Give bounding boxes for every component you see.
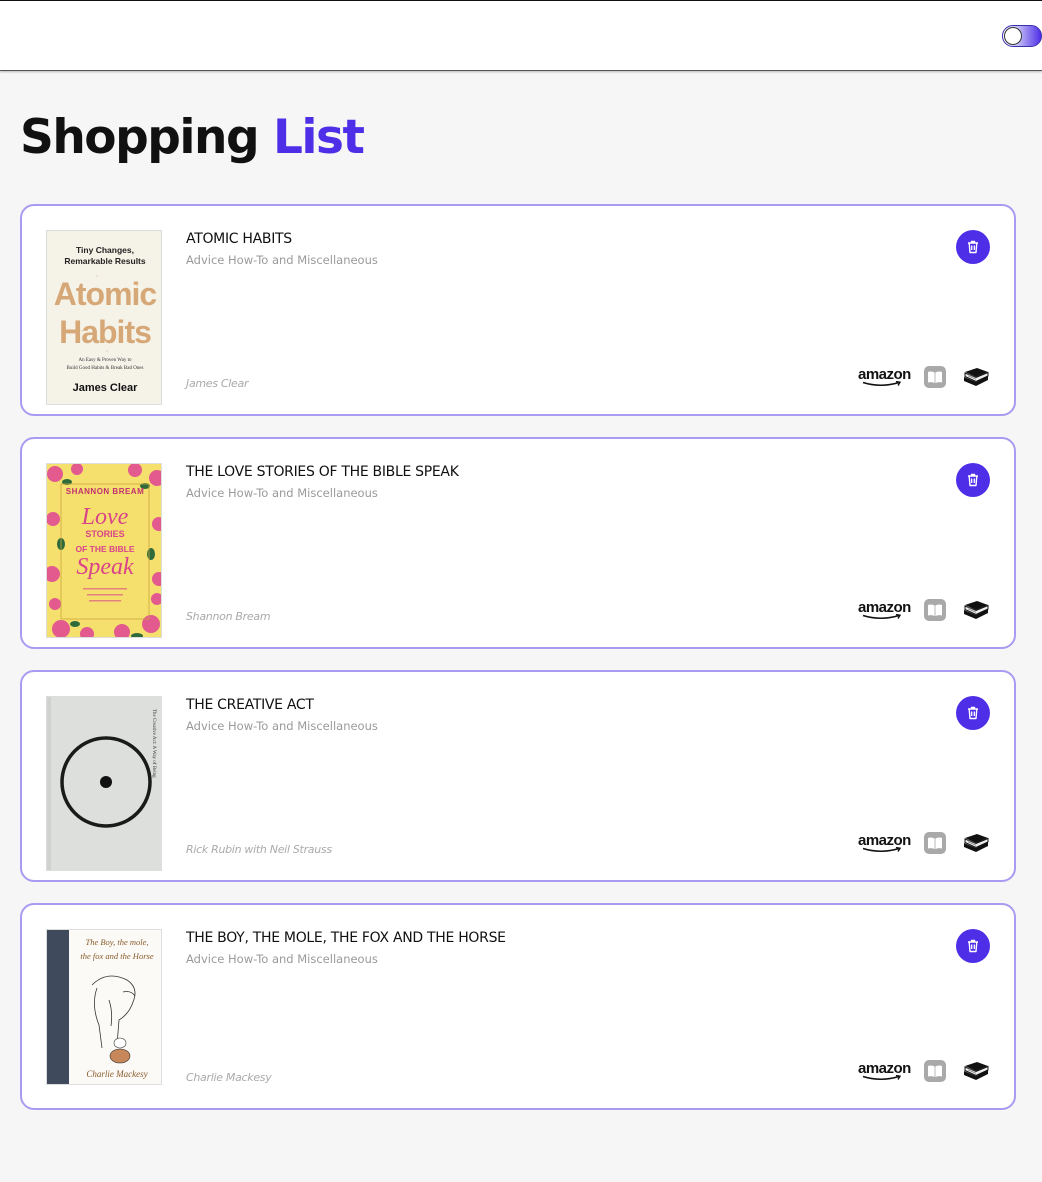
bookshop-link[interactable] — [962, 598, 990, 622]
amazon-icon: amazon — [858, 832, 911, 854]
cover-title-line1: The Boy, the mole, — [85, 937, 148, 947]
book-card: SHANNON BREAM Love STORIES OF THE BIBLE … — [20, 437, 1016, 649]
shop-links: amazon — [858, 364, 990, 390]
amazon-link[interactable]: amazon — [858, 832, 911, 854]
book-author: Rick Rubin with Neil Strauss — [186, 843, 332, 856]
bookshop-link[interactable] — [962, 1059, 990, 1083]
cover-subtitle-line1: An Easy & Proven Way to — [79, 358, 132, 363]
cover-title-line1: Atomic — [54, 276, 157, 312]
apple-books-link[interactable] — [924, 599, 946, 621]
cover-atomic-habits: Tiny Changes, Remarkable Results Atomic … — [47, 231, 161, 404]
book-stack-icon — [964, 601, 989, 619]
cover-creative-act: The Creative Act: A Way of Being — [47, 697, 161, 870]
shop-links: amazon — [858, 597, 990, 623]
open-book-icon — [924, 366, 946, 388]
trash-icon — [968, 939, 978, 953]
cover-author: James Clear — [73, 382, 139, 394]
book-card: Tiny Changes, Remarkable Results Atomic … — [20, 204, 1016, 416]
cover-boy-mole-fox-horse: The Boy, the mole, the fox and the Horse… — [47, 930, 161, 1084]
apple-books-link[interactable] — [924, 1060, 946, 1082]
book-category: Advice How-To and Miscellaneous — [186, 952, 378, 966]
amazon-icon: amazon — [858, 366, 911, 388]
top-header — [0, 0, 1042, 71]
amazon-icon: amazon — [858, 599, 911, 621]
book-cover: SHANNON BREAM Love STORIES OF THE BIBLE … — [46, 463, 162, 638]
book-title: ATOMIC HABITS — [186, 231, 292, 247]
book-title: THE LOVE STORIES OF THE BIBLE SPEAK — [186, 464, 459, 480]
cover-title-line3: OF THE BIBLE — [75, 544, 134, 554]
book-author: Charlie Mackesy — [186, 1071, 272, 1084]
delete-button[interactable] — [956, 929, 990, 963]
apple-books-link[interactable] — [924, 832, 946, 854]
bookshop-link[interactable] — [962, 365, 990, 389]
open-book-icon — [924, 832, 946, 854]
book-cover: The Boy, the mole, the fox and the Horse… — [46, 929, 162, 1085]
book-card: The Creative Act: A Way of Being THE CRE… — [20, 670, 1016, 882]
page-title: Shopping List — [20, 108, 365, 168]
book-category: Advice How-To and Miscellaneous — [186, 486, 378, 500]
book-stack-icon — [964, 834, 989, 852]
open-book-icon — [924, 1060, 946, 1082]
amazon-link[interactable]: amazon — [858, 1060, 911, 1082]
open-book-icon — [924, 599, 946, 621]
trash-icon — [968, 240, 978, 254]
cover-tagline-line1: Tiny Changes, — [76, 245, 134, 255]
cover-love-stories: SHANNON BREAM Love STORIES OF THE BIBLE … — [47, 464, 161, 637]
bookshop-link[interactable] — [962, 831, 990, 855]
cover-side-text: The Creative Act: A Way of Being — [151, 709, 156, 778]
amazon-link[interactable]: amazon — [858, 599, 911, 621]
cover-title-line4: Speak — [76, 554, 134, 580]
cover-title-line1: Love — [81, 504, 129, 530]
delete-button[interactable] — [956, 463, 990, 497]
delete-button[interactable] — [956, 696, 990, 730]
book-category: Advice How-To and Miscellaneous — [186, 253, 378, 267]
shopping-list: Tiny Changes, Remarkable Results Atomic … — [20, 204, 1016, 1131]
cover-tagline-line2: Remarkable Results — [64, 256, 146, 266]
amazon-icon: amazon — [858, 1060, 911, 1082]
shop-links: amazon — [858, 830, 990, 856]
apple-books-link[interactable] — [924, 366, 946, 388]
page-title-accent: List — [272, 110, 365, 165]
book-stack-icon — [964, 368, 989, 386]
trash-icon — [968, 473, 978, 487]
book-author: James Clear — [186, 377, 249, 390]
book-title: THE BOY, THE MOLE, THE FOX AND THE HORSE — [186, 930, 506, 946]
book-category: Advice How-To and Miscellaneous — [186, 719, 378, 733]
theme-toggle[interactable] — [1002, 25, 1042, 47]
page-title-part1: Shopping — [20, 110, 260, 165]
book-cover: Tiny Changes, Remarkable Results Atomic … — [46, 230, 162, 405]
cover-title-line2: Habits — [59, 314, 151, 350]
cover-title-line2: STORIES — [85, 529, 124, 539]
shop-links: amazon — [858, 1058, 990, 1084]
toggle-knob — [1004, 27, 1022, 45]
book-title: THE CREATIVE ACT — [186, 697, 314, 713]
cover-title-line2: the fox and the Horse — [80, 951, 153, 961]
delete-button[interactable] — [956, 230, 990, 264]
book-author: Shannon Bream — [186, 610, 271, 623]
cover-subtitle-line2: Build Good Habits & Break Bad Ones — [67, 366, 144, 371]
cover-author: Charlie Mackesy — [86, 1069, 147, 1079]
amazon-link[interactable]: amazon — [858, 366, 911, 388]
trash-icon — [968, 706, 978, 720]
book-cover: The Creative Act: A Way of Being — [46, 696, 162, 871]
book-stack-icon — [964, 1062, 989, 1080]
cover-author: SHANNON BREAM — [66, 487, 145, 496]
book-card: The Boy, the mole, the fox and the Horse… — [20, 903, 1016, 1110]
